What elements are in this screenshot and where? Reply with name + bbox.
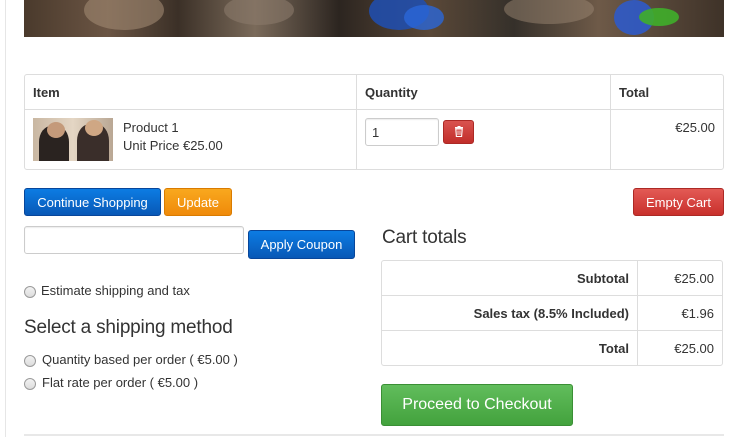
grand-total-label: Total (598, 341, 629, 356)
shipping-option-label: Flat rate per order ( €5.00 ) (42, 375, 199, 390)
sales-tax-label: Sales tax (8.5% Included) (473, 306, 629, 321)
estimate-shipping-radio[interactable] (24, 286, 36, 298)
left-border (5, 0, 6, 437)
apply-coupon-button[interactable]: Apply Coupon (248, 230, 355, 259)
product-name[interactable]: Product 1 (123, 120, 179, 135)
bottom-divider (24, 434, 724, 436)
column-header-total: Total (619, 85, 650, 100)
subtotal-value: €25.00 (674, 271, 714, 286)
column-divider (356, 75, 357, 169)
shipping-option-radio-quantity[interactable] (24, 355, 36, 367)
subtotal-label: Subtotal (577, 271, 629, 286)
cart-totals-heading: Cart totals (382, 227, 467, 248)
column-divider (637, 261, 638, 365)
sales-tax-value: €1.96 (681, 306, 714, 321)
cart-table-header: Item Quantity Total (25, 75, 723, 110)
hero-banner-image (24, 0, 724, 37)
column-header-quantity: Quantity (365, 85, 418, 100)
update-cart-button[interactable]: Update (164, 188, 232, 216)
shipping-option-label: Quantity based per order ( €5.00 ) (42, 352, 238, 367)
column-header-item: Item (33, 85, 60, 100)
product-unit-price: Unit Price €25.00 (123, 138, 223, 153)
cart-table: Item Quantity Total Product 1 Unit Price… (24, 74, 724, 170)
estimate-shipping-label: Estimate shipping and tax (41, 283, 190, 298)
row-divider (382, 295, 722, 296)
remove-item-button[interactable] (443, 120, 474, 144)
coupon-code-input[interactable] (24, 226, 244, 254)
grand-total-value: €25.00 (674, 341, 714, 356)
shipping-option-radio-flat[interactable] (24, 378, 36, 390)
trash-icon (454, 125, 464, 140)
line-total: €25.00 (675, 120, 715, 135)
continue-shopping-button[interactable]: Continue Shopping (24, 188, 161, 216)
row-divider (382, 330, 722, 331)
product-thumbnail[interactable] (33, 118, 113, 161)
quantity-input[interactable] (365, 118, 439, 146)
shipping-method-heading: Select a shipping method (24, 317, 233, 338)
cart-totals-table: Subtotal €25.00 Sales tax (8.5% Included… (381, 260, 723, 366)
proceed-to-checkout-button[interactable]: Proceed to Checkout (381, 384, 573, 426)
empty-cart-button[interactable]: Empty Cart (633, 188, 724, 216)
column-divider (610, 75, 611, 169)
